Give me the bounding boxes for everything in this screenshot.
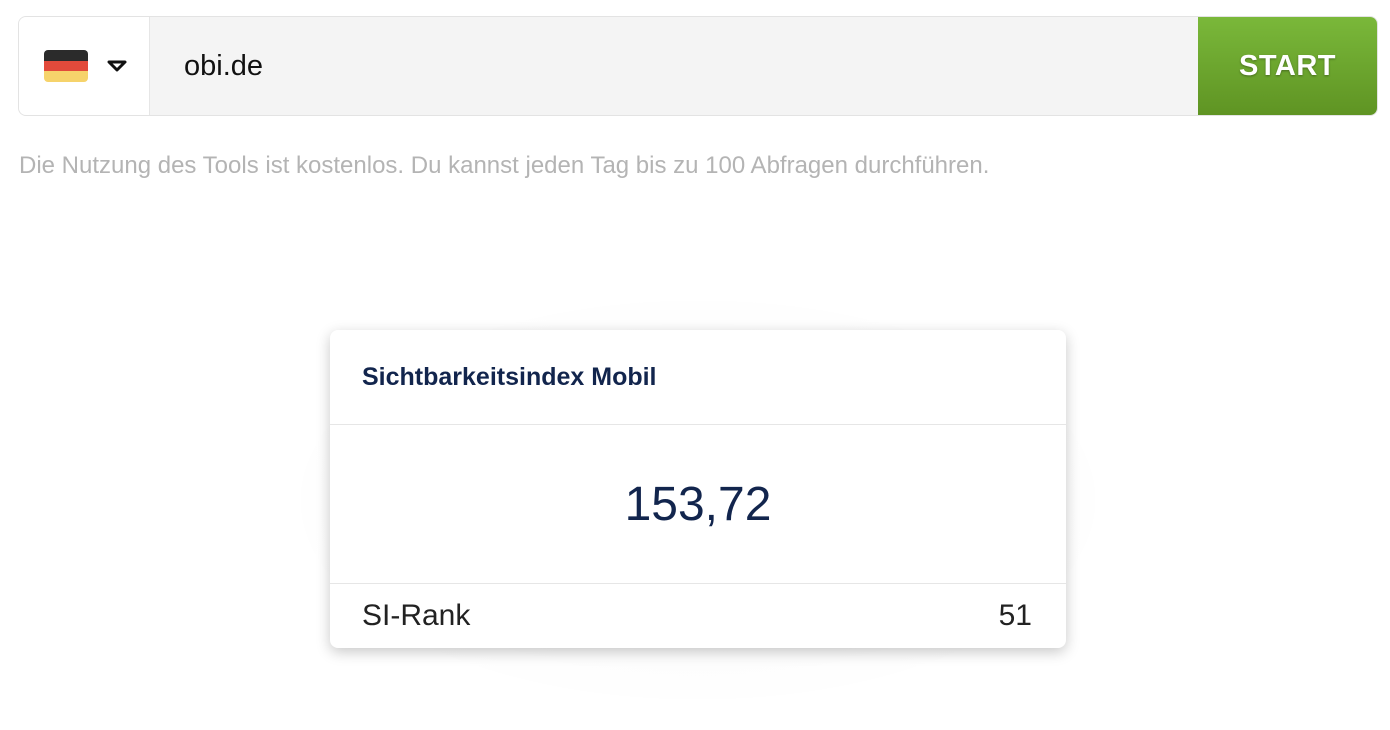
country-select[interactable]: [19, 17, 150, 115]
chevron-down-icon: [106, 58, 128, 74]
visibility-card: Sichtbarkeitsindex Mobil 153,72 SI-Rank …: [330, 330, 1066, 648]
visibility-index-value: 153,72: [624, 477, 772, 531]
germany-flag-icon: [44, 50, 88, 82]
card-body: 153,72: [330, 425, 1066, 584]
usage-note: Die Nutzung des Tools ist kostenlos. Du …: [19, 152, 990, 179]
card-title: Sichtbarkeitsindex Mobil: [362, 362, 657, 391]
card-footer: SI-Rank 51: [330, 584, 1066, 647]
domain-input[interactable]: [150, 17, 1198, 115]
start-button[interactable]: START: [1198, 17, 1377, 115]
si-rank-value: 51: [998, 598, 1032, 632]
card-header: Sichtbarkeitsindex Mobil: [330, 330, 1066, 425]
search-bar: START: [18, 16, 1378, 116]
si-rank-label: SI-Rank: [362, 598, 471, 632]
